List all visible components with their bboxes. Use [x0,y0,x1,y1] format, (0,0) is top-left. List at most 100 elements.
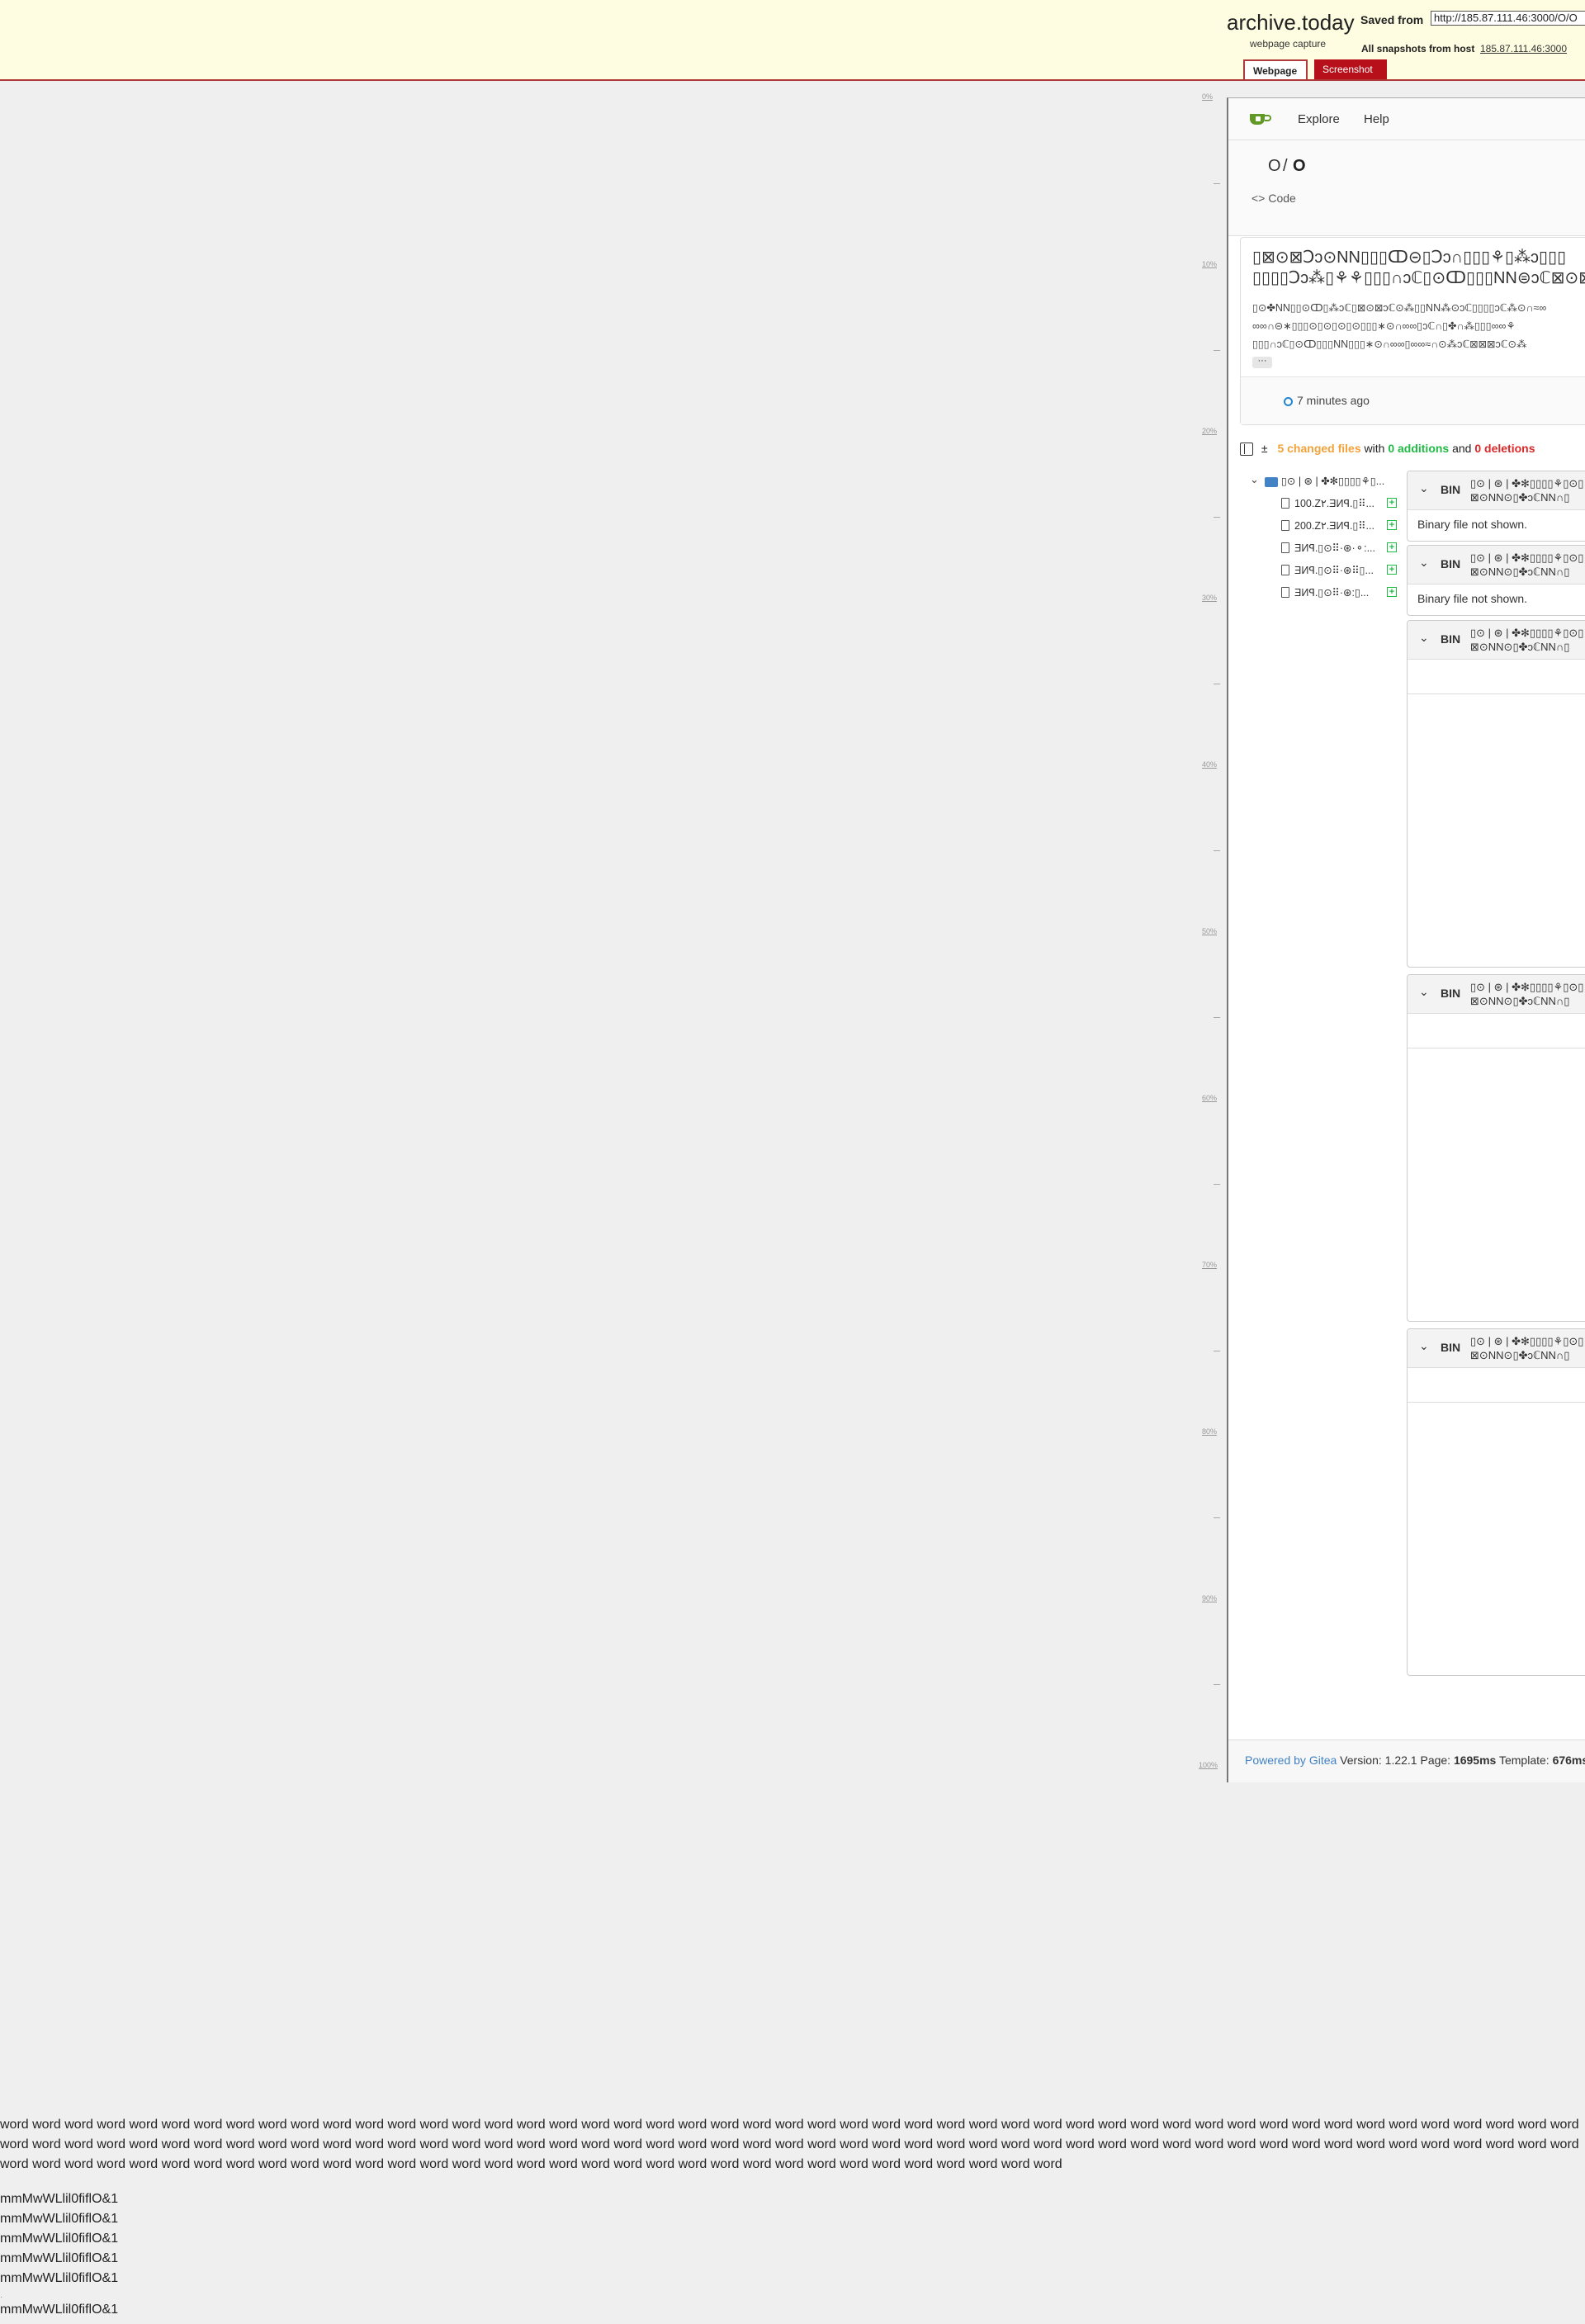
tab-code[interactable]: <> Code [1251,192,1296,205]
nav-explore-link[interactable]: Explore [1298,112,1340,126]
scale-label[interactable]: 80% [1202,1427,1217,1436]
diff-file-header[interactable]: ⌄ BIN ▯⊙ | ⊛ | ✤✻▯▯▯▯⚘▯⊙▯ ⊠⊙NN⊙▯✤ↄℂNN∩▯ [1408,546,1585,585]
binary-file-message: Binary file not shown. [1417,518,1528,531]
tree-file-row[interactable]: 200.Z٢.ƎИꟼ.▯⠿... + [1245,518,1410,536]
glyph-test-line: mmMwWLlil0fiflO&1 [0,2192,119,2206]
diff-file-name-line: ⊠⊙NN⊙▯✤ↄℂNN∩▯ [1470,491,1570,504]
tree-file-label: ƎИꟼ.▯⊙⠿·⊛:▯... [1294,587,1370,599]
scale-tick [1214,350,1220,351]
commit-title: ▯⊠⊙⊠Ↄↄ⊙NN▯▯▯ↀ⊝▯Ↄↄ∩▯▯▯⚘▯⁂ↄ▯▯▯ ▯▯▯▯Ↄↄ⁂▯⚘⚘▯… [1252,248,1585,287]
scale-tick [1214,1684,1220,1685]
scale-label[interactable]: 10% [1202,260,1217,268]
tree-file-label: ƎИꟼ.▯⊙⠿·⊛⠿▯... [1294,565,1374,576]
diff-file-header[interactable]: ⌄ BIN ▯⊙ | ⊛ | ✤✻▯▯▯▯⚘▯⊙▯ ⊠⊙NN⊙▯✤ↄℂNN∩▯ [1408,1329,1585,1368]
code-icon: <> [1251,192,1266,205]
scale-label[interactable]: 100% [1199,1761,1218,1769]
glyph-test-line: mmMwWLlil0fiflO&1 [0,2271,119,2285]
tree-file-label: ƎИꟼ.▯⊙⠿·⊛·⚬:... [1294,542,1376,554]
scale-label[interactable]: 70% [1202,1261,1217,1269]
chevron-down-icon[interactable]: ⌄ [1419,556,1429,570]
snapshots-host-link[interactable]: 185.87.111.46:3000 [1480,43,1567,54]
tab-code-label: Code [1268,192,1296,205]
repo-name-link[interactable]: O [1293,157,1306,176]
additions-count: 0 additions [1388,442,1450,455]
gitea-logo-icon[interactable] [1248,110,1271,128]
chevron-down-icon[interactable]: ⌄ [1419,985,1429,999]
captured-page: Explore Help O / O <> Code ▯⊠⊙⊠Ↄↄ⊙NN▯▯▯ↀ⊝… [1227,97,1585,1782]
saved-from-label: Saved from [1360,13,1424,26]
binary-file-message: Binary file not shown. [1417,592,1528,605]
scale-tick [1214,850,1220,851]
footer-page-time: 1695ms [1453,1754,1497,1767]
diff-file-name-line: ⊠⊙NN⊙▯✤ↄℂNN∩▯ [1470,566,1570,578]
scale-label[interactable]: 50% [1202,927,1217,935]
archive-brand-subtitle: webpage capture [1250,38,1327,50]
scale-tick [1214,517,1220,518]
diff-file-name: ▯⊙ | ⊛ | ✤✻▯▯▯▯⚘▯⊙▯ ⊠⊙NN⊙▯✤ↄℂNN∩▯ [1470,626,1585,654]
commit-time: 7 minutes ago [1297,394,1370,407]
added-file-icon: + [1387,498,1397,508]
diff-file: ⌄ BIN ▯⊙ | ⊛ | ✤✻▯▯▯▯⚘▯⊙▯ ⊠⊙NN⊙▯✤ↄℂNN∩▯ B… [1407,471,1585,542]
scale-label[interactable]: 0% [1202,92,1213,101]
added-file-icon: + [1387,542,1397,552]
diff-file-name-line: ▯⊙ | ⊛ | ✤✻▯▯▯▯⚘▯⊙▯ [1470,477,1584,490]
diff-file-name: ▯⊙ | ⊛ | ✤✻▯▯▯▯⚘▯⊙▯ ⊠⊙NN⊙▯✤ↄℂNN∩▯ [1470,1334,1585,1362]
diff-file: ⌄ BIN ▯⊙ | ⊛ | ✤✻▯▯▯▯⚘▯⊙▯ ⊠⊙NN⊙▯✤ↄℂNN∩▯ [1407,974,1585,1322]
chevron-down-icon[interactable]: ⌄ [1419,1339,1429,1353]
scale-tick [1214,183,1220,184]
diff-file-header[interactable]: ⌄ BIN ▯⊙ | ⊛ | ✤✻▯▯▯▯⚘▯⊙▯ ⊠⊙NN⊙▯✤ↄℂNN∩▯ [1408,471,1585,510]
scale-tick [1214,1017,1220,1018]
tab-webpage[interactable]: Webpage [1243,59,1308,79]
tree-file-row[interactable]: ƎИꟼ.▯⊙⠿·⊛:▯... + [1245,585,1410,603]
tree-file-row[interactable]: 100.Z٢.ƎИꟼ.▯⠿... + [1245,495,1410,514]
footer-text: Powered by Gitea Version: 1.22.1 Page: 1… [1245,1754,1585,1767]
tree-file-row[interactable]: ƎИꟼ.▯⊙⠿·⊛·⚬:... + [1245,540,1410,558]
folder-icon [1265,477,1278,487]
tree-file-row[interactable]: ƎИꟼ.▯⊙⠿·⊛⠿▯... + [1245,562,1410,580]
diff-stat-icon: ± [1261,442,1268,455]
scale-label[interactable]: 30% [1202,594,1217,602]
nav-help-link[interactable]: Help [1364,112,1389,126]
chevron-down-icon[interactable]: ⌄ [1419,481,1429,495]
archive-header: archive.today webpage capture Saved from… [0,0,1585,81]
diff-file-name: ▯⊙ | ⊛ | ✤✻▯▯▯▯⚘▯⊙▯ ⊠⊙NN⊙▯✤ↄℂNN∩▯ [1470,476,1585,504]
diff-bin-badge: BIN [1441,483,1461,496]
repo-owner-link[interactable]: O [1268,157,1281,176]
tab-screenshot[interactable]: Screenshot [1314,59,1387,79]
diff-bin-badge: BIN [1441,987,1461,1000]
tree-folder-row[interactable]: ⌄ ▯⊙ | ⊛ | ✤✻▯▯▯▯⚘▯... [1245,473,1410,491]
gitea-navbar: Explore Help [1228,98,1585,140]
scale-tick [1214,1517,1220,1518]
powered-by-gitea-link[interactable]: Powered by Gitea [1245,1754,1337,1767]
added-file-icon: + [1387,565,1397,575]
commit-header-box: ▯⊠⊙⊠Ↄↄ⊙NN▯▯▯ↀ⊝▯Ↄↄ∩▯▯▯⚘▯⁂ↄ▯▯▯ ▯▯▯▯Ↄↄ⁂▯⚘⚘▯… [1240,237,1585,425]
diff-file-name-line: ⊠⊙NN⊙▯✤ↄℂNN∩▯ [1470,995,1570,1007]
diff-file-toolbar [1408,1367,1585,1403]
diff-file-name-line: ▯⊙ | ⊛ | ✤✻▯▯▯▯⚘▯⊙▯ [1470,1335,1584,1347]
scale-label[interactable]: 20% [1202,427,1217,435]
file-icon [1281,520,1289,531]
repo-path-separator: / [1283,157,1288,175]
chevron-down-icon[interactable]: ⌄ [1250,473,1259,486]
file-icon [1281,565,1289,575]
scale-label[interactable]: 60% [1202,1094,1217,1102]
toggle-file-tree-icon[interactable] [1240,443,1253,457]
expand-message-button[interactable]: ··· [1252,357,1272,368]
diff-file-toolbar [1408,1013,1585,1048]
diff-file-header[interactable]: ⌄ BIN ▯⊙ | ⊛ | ✤✻▯▯▯▯⚘▯⊙▯ ⊠⊙NN⊙▯✤ↄℂNN∩▯ [1408,621,1585,660]
scale-label[interactable]: 90% [1202,1594,1217,1602]
added-file-icon: + [1387,587,1397,597]
diff-stats: ± 5 changed files with 0 additions and 0… [1240,442,1535,457]
tree-folder-label: ▯⊙ | ⊛ | ✤✻▯▯▯▯⚘▯... [1281,476,1385,487]
chevron-down-icon[interactable]: ⌄ [1419,631,1429,645]
archive-brand[interactable]: archive.today [1227,10,1355,35]
scale-label[interactable]: 40% [1202,760,1217,769]
file-icon [1281,587,1289,598]
diff-file-name: ▯⊙ | ⊛ | ✤✻▯▯▯▯⚘▯⊙▯ ⊠⊙NN⊙▯✤ↄℂNN∩▯ [1470,551,1585,579]
diff-file-name-line: ⊠⊙NN⊙▯✤ↄℂNN∩▯ [1470,641,1570,653]
saved-url-field[interactable]: http://185.87.111.46:3000/O/O [1431,11,1585,26]
diff-file: ⌄ BIN ▯⊙ | ⊛ | ✤✻▯▯▯▯⚘▯⊙▯ ⊠⊙NN⊙▯✤ↄℂNN∩▯ [1407,620,1585,968]
gitea-footer: Powered by Gitea Version: 1.22.1 Page: 1… [1228,1739,1585,1782]
diff-file-header[interactable]: ⌄ BIN ▯⊙ | ⊛ | ✤✻▯▯▯▯⚘▯⊙▯ ⊠⊙NN⊙▯✤ↄℂNN∩▯ [1408,975,1585,1014]
all-snapshots-label: All snapshots from host [1361,43,1475,54]
